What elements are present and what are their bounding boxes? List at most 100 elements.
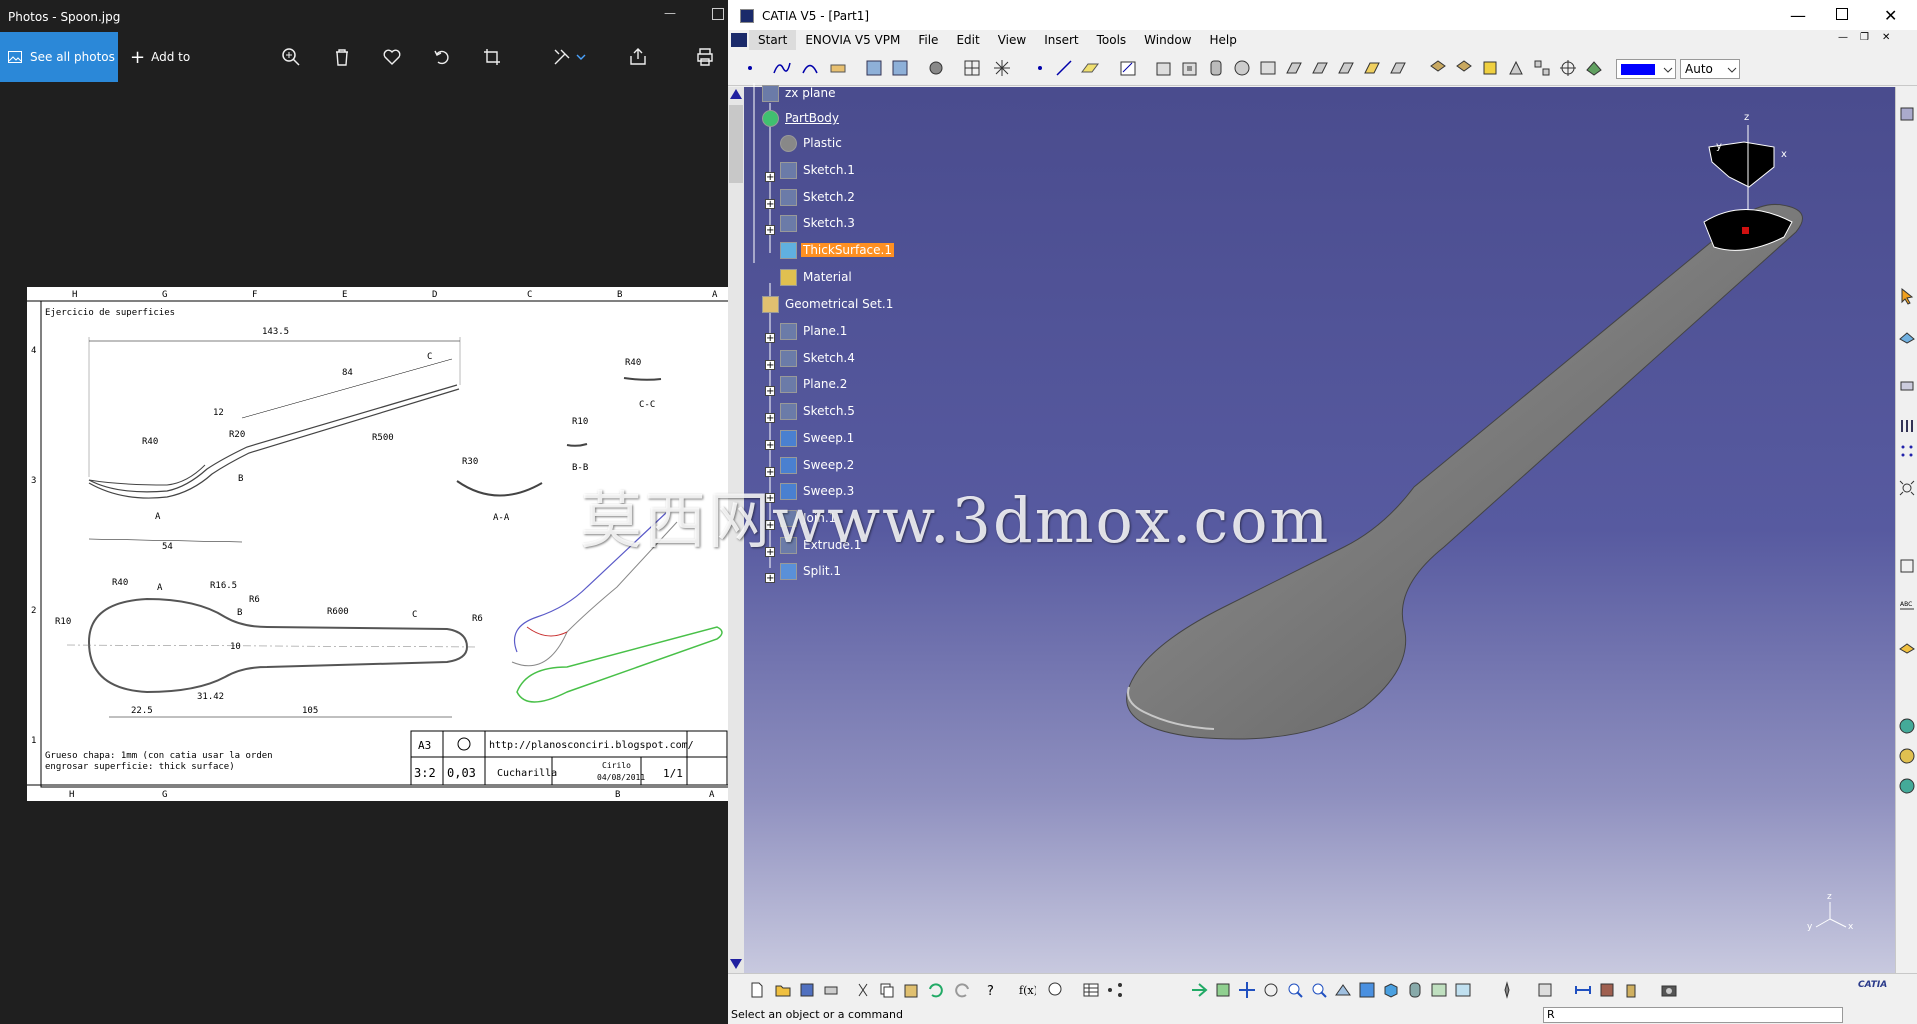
tree-expand-toggle[interactable]: + [765,386,775,397]
tree-expand-toggle[interactable]: + [765,225,775,236]
tree-expand-toggle[interactable]: + [765,573,775,584]
menu-help[interactable]: Help [1201,30,1246,50]
layers-icon[interactable] [1898,637,1916,655]
tree-node-zx-plane[interactable]: zx plane [762,83,838,103]
comment-icon[interactable] [1046,981,1064,999]
new-file-icon[interactable] [748,981,766,999]
render-mode-select[interactable]: Auto [1680,59,1740,79]
line-icon[interactable] [1054,58,1074,78]
tree-node-plane-1[interactable]: Plane.1 [780,321,849,341]
table-icon[interactable] [1082,981,1100,999]
network-icon[interactable] [1106,981,1124,999]
doc-close-icon[interactable]: ✕ [1882,32,1890,43]
zoom-in-icon[interactable] [1286,981,1304,999]
apply-material-icon[interactable] [1584,58,1604,78]
target-icon[interactable] [1558,58,1578,78]
tree-expand-toggle[interactable]: + [765,440,775,451]
point-2-icon[interactable] [1030,58,1050,78]
globe-3-icon[interactable] [1898,777,1916,795]
fly-mode-icon[interactable] [1190,981,1208,999]
tree-expand-toggle[interactable]: + [765,360,775,371]
slot-icon[interactable] [1284,58,1304,78]
select-arrow-icon[interactable] [1898,287,1916,305]
menu-window[interactable]: Window [1135,30,1200,50]
formula-icon[interactable]: f(x) [1018,981,1036,999]
scroll-down-arrow[interactable] [730,959,742,969]
print-icon[interactable] [694,46,716,68]
menu-insert[interactable]: Insert [1035,30,1087,50]
globe-icon[interactable] [1898,717,1916,735]
tree-expand-toggle[interactable]: + [765,333,775,344]
tree-expand-toggle[interactable]: + [765,413,775,424]
maximize-icon[interactable] [712,8,724,20]
tree-node-sweep-1[interactable]: Sweep.1 [780,428,856,448]
tree-node-sketch-2[interactable]: Sketch.2 [780,187,857,207]
render-style-icon[interactable] [1406,981,1424,999]
shaft-icon[interactable] [1206,58,1226,78]
menu-tools[interactable]: Tools [1088,30,1136,50]
see-all-photos-button[interactable]: See all photos [0,32,118,82]
abc-text-icon[interactable]: ABC [1898,597,1916,615]
tree-node-split-1[interactable]: Split.1 [780,561,843,581]
hole-icon[interactable] [1232,58,1252,78]
chevron-down-icon[interactable] [575,46,587,68]
shading-icon[interactable] [1428,58,1448,78]
analysis-icon[interactable] [1536,981,1554,999]
iso-view-icon[interactable] [1382,981,1400,999]
reorder-icon[interactable] [1898,105,1916,123]
menu-start[interactable]: Start [749,30,797,50]
tree-node-sketch-5[interactable]: Sketch.5 [780,401,857,421]
compass-tool-icon[interactable] [1498,981,1516,999]
maximize-icon[interactable] [1836,8,1848,20]
chamfer-icon[interactable] [1388,58,1408,78]
scroll-up-arrow[interactable] [730,89,742,99]
heart-icon[interactable] [381,46,403,68]
tree-expand-toggle[interactable]: + [765,199,775,210]
tree-node-material[interactable]: Material [780,267,854,287]
parallel-icon[interactable] [1898,417,1916,435]
draft-icon[interactable] [1506,58,1526,78]
surface-2-icon[interactable] [890,58,910,78]
delete-icon[interactable] [331,46,353,68]
scroll-thumb[interactable] [729,105,743,183]
tree-node-sketch-4[interactable]: Sketch.4 [780,348,857,368]
swap-space-icon[interactable] [1454,981,1472,999]
loft-icon[interactable] [1336,58,1356,78]
material-icon[interactable] [1480,58,1500,78]
point-icon[interactable] [740,58,760,78]
fit-all-icon[interactable] [1898,479,1916,497]
pan-icon[interactable] [1238,981,1256,999]
fillet-icon[interactable] [1362,58,1382,78]
help-icon[interactable]: ? [982,981,1000,999]
menu-view[interactable]: View [989,30,1035,50]
command-input[interactable]: R [1543,1007,1843,1023]
sketch-icon[interactable] [1118,58,1138,78]
tree-expand-toggle[interactable]: + [765,172,775,183]
copy-icon[interactable] [878,981,896,999]
plane-icon[interactable] [1080,58,1100,78]
fit-view-icon[interactable] [1214,981,1232,999]
share-icon[interactable] [627,46,649,68]
eraser-icon[interactable] [828,58,848,78]
tree-view-icon[interactable] [1898,557,1916,575]
menu-edit[interactable]: Edit [947,30,988,50]
tree-node-partbody[interactable]: PartBody [762,108,841,128]
grid-icon[interactable] [962,58,982,78]
pad-icon[interactable] [1154,58,1174,78]
rotate-icon[interactable] [431,46,453,68]
tree-node-geometrical-set-1[interactable]: Geometrical Set.1 [762,294,895,314]
doc-minimize-icon[interactable]: — [1838,32,1848,43]
measure-item-icon[interactable] [1598,981,1616,999]
gear-icon[interactable] [926,58,946,78]
globe-2-icon[interactable] [1898,747,1916,765]
save-icon[interactable] [798,981,816,999]
open-folder-icon[interactable] [774,981,792,999]
print-icon[interactable] [822,981,840,999]
mass-icon[interactable] [1622,981,1640,999]
cut-icon[interactable] [854,981,872,999]
tree-node-thicksurface-1[interactable]: ThickSurface.1 [780,240,894,260]
spline-icon[interactable] [772,58,792,78]
shading-2-icon[interactable] [1454,58,1474,78]
surface-icon[interactable] [864,58,884,78]
edit-tools-icon[interactable] [551,46,573,68]
